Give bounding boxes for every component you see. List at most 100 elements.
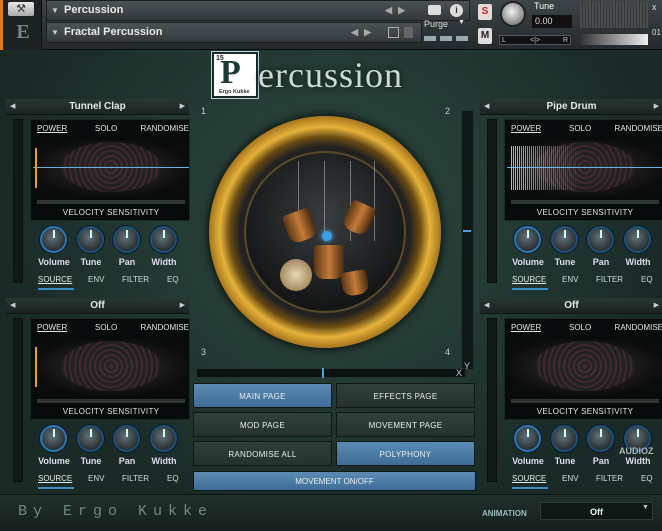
movement-page-button[interactable]: MOVEMENT PAGE — [336, 412, 475, 437]
next-sound-icon[interactable]: ▶ — [180, 298, 185, 314]
volume-knob[interactable] — [40, 226, 67, 253]
author-credit: By Ergo Kukke — [18, 503, 214, 520]
y-axis-handle[interactable] — [463, 230, 471, 232]
tab-env[interactable]: ENV — [562, 275, 578, 284]
slot-sound-name[interactable]: Pipe Drum — [480, 99, 662, 115]
dropdown-arrow-icon[interactable]: ▼ — [642, 504, 649, 511]
randomise-button[interactable]: RANDOMISE — [615, 124, 662, 133]
solo-toggle[interactable]: SOLO — [95, 323, 117, 332]
volume-knob[interactable] — [40, 425, 67, 452]
close-instrument-button[interactable]: x — [652, 2, 657, 12]
tab-filter[interactable]: FILTER — [596, 275, 623, 284]
mod-page-button[interactable]: MOD PAGE — [193, 412, 332, 437]
drum-artwork[interactable] — [244, 151, 406, 313]
pan-knob[interactable] — [587, 425, 614, 452]
purge-menu[interactable]: Purge — [424, 19, 448, 29]
tune-knob[interactable] — [77, 226, 104, 253]
tab-filter[interactable]: FILTER — [122, 275, 149, 284]
x-axis-handle[interactable] — [322, 368, 324, 378]
tab-env[interactable]: ENV — [88, 474, 104, 483]
tab-env[interactable]: ENV — [562, 474, 578, 483]
tab-source[interactable]: SOURCE — [512, 275, 546, 284]
width-knob[interactable] — [150, 226, 177, 253]
slot-sound-name[interactable]: Off — [480, 298, 662, 314]
master-tune-knob[interactable] — [500, 1, 526, 27]
randomise-button[interactable]: RANDOMISE — [615, 323, 662, 332]
save-icon[interactable] — [388, 27, 399, 38]
tab-eq[interactable]: EQ — [641, 275, 653, 284]
solo-toggle[interactable]: SOLO — [569, 124, 591, 133]
preset-name[interactable]: Fractal Percussion — [64, 23, 162, 42]
main-page-button[interactable]: MAIN PAGE — [193, 383, 332, 408]
tab-filter[interactable]: FILTER — [596, 474, 623, 483]
camera-icon[interactable] — [428, 5, 441, 15]
slot-header[interactable]: ◀ Tunnel Clap ▶ — [6, 99, 189, 115]
tab-env[interactable]: ENV — [88, 275, 104, 284]
tune-knob[interactable] — [551, 226, 578, 253]
preset-name-row[interactable]: ▼ Fractal Percussion ◀▶ — [46, 22, 422, 43]
next-sound-icon[interactable]: ▶ — [654, 99, 659, 115]
randomise-button[interactable]: RANDOMISE — [141, 124, 189, 133]
slot-header[interactable]: ◀ Pipe Drum ▶ — [480, 99, 662, 115]
tab-source[interactable]: SOURCE — [38, 474, 72, 483]
tab-source[interactable]: SOURCE — [512, 474, 546, 483]
tune-knob[interactable] — [77, 425, 104, 452]
instrument-name[interactable]: Percussion — [64, 1, 123, 20]
width-knob[interactable] — [150, 425, 177, 452]
polyphony-button[interactable]: POLYPHONY — [336, 441, 475, 466]
purge-arrow-icon[interactable]: ▼ — [458, 19, 465, 26]
volume-knob[interactable] — [514, 425, 541, 452]
slot-sound-name[interactable]: Tunnel Clap — [6, 99, 189, 115]
active-tab-indicator — [38, 288, 74, 290]
animation-select[interactable]: Off — [540, 502, 653, 520]
instrument-name-row[interactable]: ▼ Percussion ◀▶ i — [46, 0, 470, 21]
tune-value-field[interactable]: 0.00 — [532, 15, 572, 28]
preset-arrow-icon[interactable]: ▼ — [51, 23, 59, 42]
pan-knob[interactable] — [587, 226, 614, 253]
power-toggle[interactable]: POWER — [37, 323, 67, 332]
xy-cursor[interactable] — [322, 231, 332, 241]
velocity-slider[interactable] — [37, 399, 185, 403]
volume-slider[interactable] — [580, 34, 648, 45]
tab-eq[interactable]: EQ — [167, 474, 179, 483]
solo-toggle[interactable]: SOLO — [569, 323, 591, 332]
effects-page-button[interactable]: EFFECTS PAGE — [336, 383, 475, 408]
randomise-all-button[interactable]: RANDOMISE ALL — [193, 441, 332, 466]
tab-eq[interactable]: EQ — [641, 474, 653, 483]
randomise-button[interactable]: RANDOMISE — [141, 323, 189, 332]
solo-button[interactable]: S — [478, 4, 492, 20]
velocity-slider[interactable] — [37, 200, 185, 204]
slot-header[interactable]: ◀ Off ▶ — [6, 298, 189, 314]
slot-header[interactable]: ◀ Off ▶ — [480, 298, 662, 314]
tune-knob[interactable] — [551, 425, 578, 452]
velocity-label: VELOCITY SENSITIVITY — [62, 407, 160, 416]
power-toggle[interactable]: POWER — [37, 124, 67, 133]
tab-filter[interactable]: FILTER — [122, 474, 149, 483]
preset-nav-arrows-icon[interactable]: ◀▶ — [351, 23, 377, 42]
width-label: Width — [625, 456, 651, 466]
wrench-icon[interactable]: ⚒ — [8, 2, 34, 16]
trash-icon[interactable] — [404, 27, 413, 38]
y-axis-slider[interactable] — [461, 110, 474, 370]
info-icon[interactable]: i — [450, 4, 463, 17]
instrument-nav-arrows-icon[interactable]: ◀▶ — [385, 1, 411, 20]
movement-onoff-button[interactable]: MOVEMENT ON/OFF — [193, 471, 476, 491]
velocity-slider[interactable] — [511, 399, 659, 403]
next-sound-icon[interactable]: ▶ — [654, 298, 659, 314]
velocity-slider[interactable] — [511, 200, 659, 204]
collapse-arrow-icon[interactable]: ▼ — [51, 1, 59, 20]
pan-knob[interactable] — [113, 226, 140, 253]
xy-drum-pad[interactable] — [209, 116, 441, 348]
solo-toggle[interactable]: SOLO — [95, 124, 117, 133]
next-sound-icon[interactable]: ▶ — [180, 99, 185, 115]
tab-source[interactable]: SOURCE — [38, 275, 72, 284]
pan-knob[interactable] — [113, 425, 140, 452]
x-axis-slider[interactable] — [196, 368, 466, 378]
volume-knob[interactable] — [514, 226, 541, 253]
power-toggle[interactable]: POWER — [511, 323, 541, 332]
width-knob[interactable] — [624, 226, 651, 253]
power-toggle[interactable]: POWER — [511, 124, 541, 133]
tab-eq[interactable]: EQ — [167, 275, 179, 284]
mute-button[interactable]: M — [478, 28, 492, 44]
slot-sound-name[interactable]: Off — [6, 298, 189, 314]
